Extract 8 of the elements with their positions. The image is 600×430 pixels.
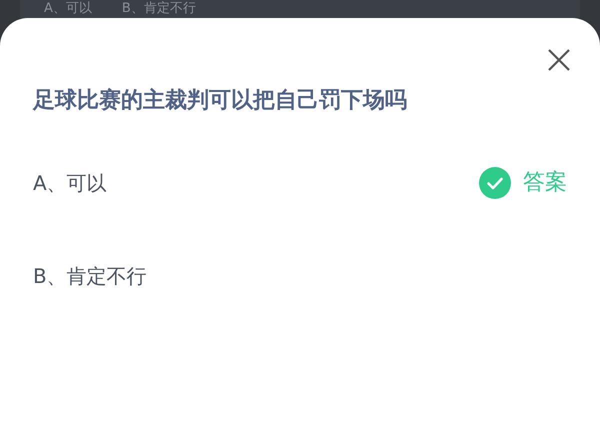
close-icon [547, 48, 571, 72]
question-text: 足球比赛的主裁判可以把自己罚下场吗 [33, 86, 408, 115]
check-icon [479, 166, 511, 198]
answer-label: 答案 [523, 169, 567, 197]
background-option: B、肯定不行 [122, 2, 196, 16]
answer-option[interactable]: A、可以 [33, 168, 107, 198]
answer-option[interactable]: B、肯定不行 [33, 260, 147, 290]
background-option: A、可以 [44, 2, 92, 16]
